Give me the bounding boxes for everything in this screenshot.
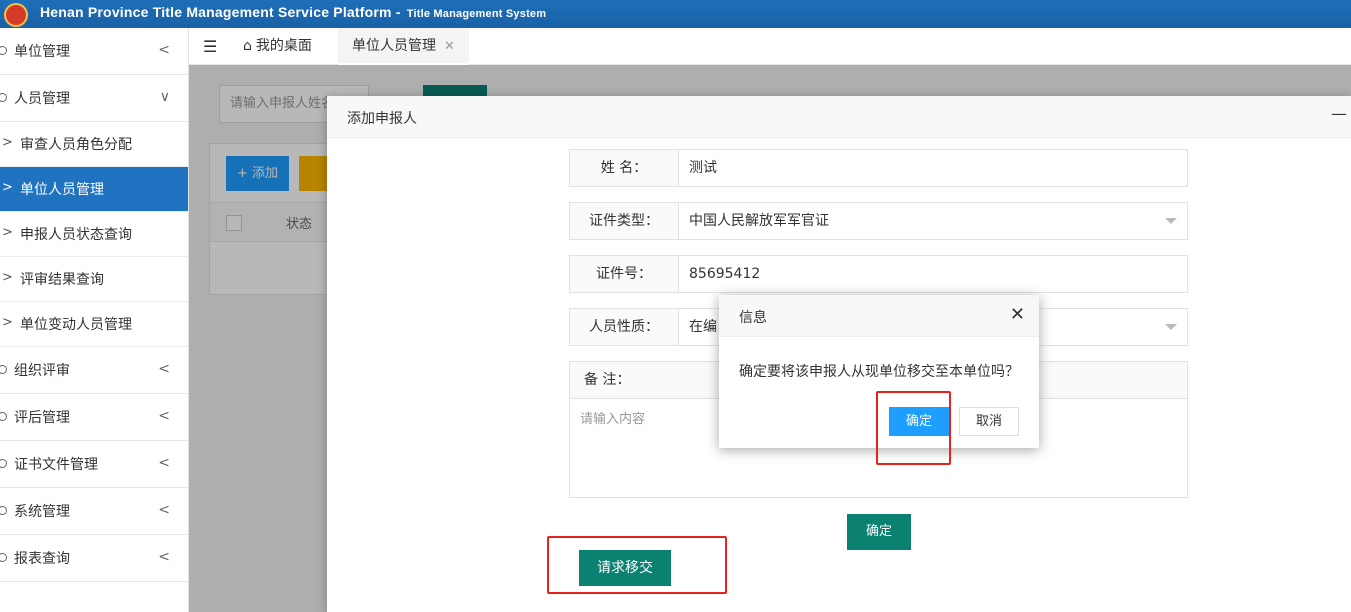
- sidebar-subitem-review-results[interactable]: > 评审结果查询: [0, 257, 188, 302]
- app-title-text: Henan Province Title Management Service …: [40, 4, 401, 20]
- sidebar-item-label: 单位人员管理: [20, 182, 104, 198]
- id-type-select[interactable]: 中国人民解放军军官证: [689, 203, 829, 239]
- close-tab-icon[interactable]: ✕: [444, 39, 455, 54]
- remark-textarea[interactable]: 请输入内容: [580, 408, 645, 427]
- name-field: 姓 名： 测试: [569, 149, 1188, 187]
- name-label: 姓 名：: [570, 150, 679, 186]
- confirm-button[interactable]: 确定: [847, 514, 911, 550]
- sidebar-item-label: 证书文件管理: [14, 457, 98, 473]
- sidebar-item-certificate-files[interactable]: 证书文件管理 <: [0, 441, 188, 488]
- home-icon: ⌂: [243, 38, 252, 54]
- menu-list-icon[interactable]: ☰: [203, 37, 217, 56]
- name-input[interactable]: 测试: [689, 150, 717, 186]
- report-icon: [0, 553, 7, 562]
- chevron-right-icon: >: [2, 225, 13, 240]
- personnel-type-label: 人员性质：: [570, 309, 679, 345]
- dialog-message: 确定要将该申报人从现单位移交至本单位吗？: [739, 364, 1019, 380]
- chevron-right-icon: >: [2, 135, 13, 150]
- chevron-left-icon: <: [158, 42, 170, 58]
- tab-home-label: 我的桌面: [255, 38, 312, 54]
- sidebar-item-label: 申报人员状态查询: [20, 227, 132, 243]
- chevron-down-icon: ∨: [159, 89, 170, 105]
- id-number-field: 证件号： 85695412: [569, 255, 1188, 293]
- chevron-right-icon: >: [2, 270, 13, 285]
- id-number-label: 证件号：: [570, 256, 679, 292]
- highlight-box-ok: [876, 391, 951, 465]
- dropdown-arrow-icon[interactable]: [1165, 324, 1177, 330]
- tab-current-label: 单位人员管理: [352, 38, 436, 54]
- user-icon: [0, 93, 7, 102]
- sidebar-item-label: 人员管理: [14, 91, 70, 107]
- chevron-right-icon: >: [2, 315, 13, 330]
- sidebar-item-label: 单位管理: [14, 44, 70, 60]
- modal-title: 添加申报人: [347, 111, 417, 127]
- sidebar-item-label: 单位变动人员管理: [20, 317, 132, 333]
- sidebar: 单位管理 < 人员管理 ∨ > 审查人员角色分配 > 单位人员管理 > 申报人员…: [0, 28, 189, 612]
- chevron-left-icon: <: [158, 361, 170, 377]
- highlight-box-transfer: [547, 536, 727, 594]
- tab-bar: ☰ ⌂ 我的桌面 单位人员管理 ✕: [189, 28, 1351, 65]
- close-icon[interactable]: ✕: [1010, 304, 1025, 325]
- sidebar-subitem-unit-personnel[interactable]: > 单位人员管理: [0, 167, 188, 212]
- sidebar-item-post-review[interactable]: 评后管理 <: [0, 394, 188, 441]
- file-icon: [0, 459, 7, 468]
- close-icon[interactable]: —: [1331, 104, 1347, 123]
- sidebar-subitem-declarant-status[interactable]: > 申报人员状态查询: [0, 212, 188, 257]
- chevron-right-icon: >: [2, 180, 13, 195]
- app-header: Henan Province Title Management Service …: [0, 0, 1351, 28]
- chevron-left-icon: <: [158, 455, 170, 471]
- modal-header: 添加申报人 —: [327, 96, 1351, 138]
- gear-icon: [0, 506, 7, 515]
- dialog-cancel-button[interactable]: 取消: [959, 407, 1019, 436]
- chevron-left-icon: <: [158, 408, 170, 424]
- sidebar-item-label: 报表查询: [14, 551, 70, 567]
- sidebar-item-personnel-management[interactable]: 人员管理 ∨: [0, 75, 188, 122]
- sidebar-subitem-unit-change[interactable]: > 单位变动人员管理: [0, 302, 188, 347]
- sidebar-item-label: 评后管理: [14, 410, 70, 426]
- dialog-title: 信息: [739, 310, 767, 326]
- sidebar-item-label: 组织评审: [14, 363, 70, 379]
- sidebar-item-organize-review[interactable]: 组织评审 <: [0, 347, 188, 394]
- personnel-type-select[interactable]: 在编: [689, 309, 717, 345]
- sidebar-item-system-management[interactable]: 系统管理 <: [0, 488, 188, 535]
- user-icon: [0, 46, 7, 55]
- sidebar-item-report-query[interactable]: 报表查询 <: [0, 535, 188, 582]
- sidebar-item-unit-management[interactable]: 单位管理 <: [0, 28, 188, 75]
- tab-unit-personnel[interactable]: 单位人员管理 ✕: [338, 28, 469, 65]
- id-number-input[interactable]: 85695412: [689, 256, 760, 292]
- app-subtitle: Title Management System: [406, 8, 547, 20]
- review-icon: [0, 365, 7, 374]
- chevron-left-icon: <: [158, 549, 170, 565]
- sidebar-item-label: 系统管理: [14, 504, 70, 520]
- app-title: Henan Province Title Management Service …: [40, 4, 546, 20]
- chevron-left-icon: <: [158, 502, 170, 518]
- sidebar-item-label: 评审结果查询: [20, 272, 104, 288]
- emblem-logo: [4, 3, 28, 27]
- dialog-header: 信息 ✕: [719, 295, 1039, 337]
- id-type-label: 证件类型：: [570, 203, 679, 239]
- sidebar-subitem-reviewer-role[interactable]: > 审查人员角色分配: [0, 122, 188, 167]
- tab-home[interactable]: ⌂ 我的桌面: [243, 28, 312, 65]
- id-type-field: 证件类型： 中国人民解放军军官证: [569, 202, 1188, 240]
- edit-icon: [0, 412, 7, 421]
- dropdown-arrow-icon[interactable]: [1165, 218, 1177, 224]
- sidebar-item-label: 审查人员角色分配: [20, 137, 132, 153]
